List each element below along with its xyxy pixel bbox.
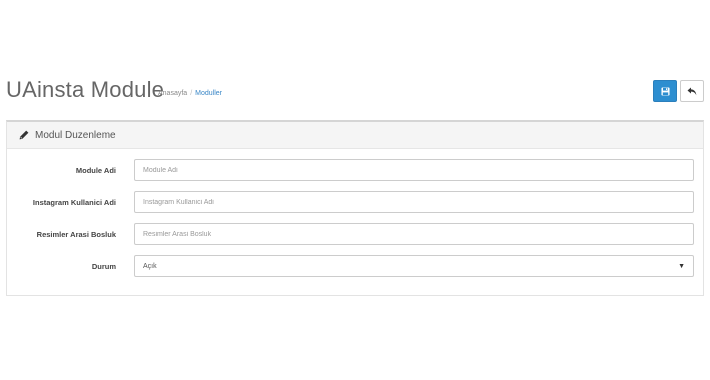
instagram-username-input[interactable] (134, 191, 694, 213)
form-row-image-spacing: Resimler Arasi Bosluk (7, 223, 705, 245)
breadcrumb-separator: / (190, 90, 193, 97)
panel-title: Modul Duzenleme (35, 129, 116, 141)
module-name-input[interactable] (134, 159, 694, 181)
back-button[interactable] (680, 80, 704, 102)
status-select[interactable]: Açık ▼ (134, 255, 694, 277)
form-row-status: Durum Açık ▼ (7, 255, 705, 277)
save-button[interactable] (653, 80, 677, 102)
module-edit-panel: Modul Duzenleme Module Adi Instagram Kul… (6, 120, 704, 296)
instagram-username-label: Instagram Kullanici Adi (32, 197, 116, 207)
form-row-module-name: Module Adi (7, 159, 705, 181)
breadcrumb-home[interactable]: Anasayfa (158, 90, 187, 97)
caret-down-icon: ▼ (678, 262, 685, 270)
reply-arrow-icon (687, 87, 697, 95)
panel-heading: Modul Duzenleme (7, 122, 703, 149)
breadcrumb-current[interactable]: Moduller (195, 90, 222, 97)
form-row-instagram-username: Instagram Kullanici Adi (7, 191, 705, 213)
module-name-label: Module Adi (75, 165, 116, 175)
page-title: UAinsta Module (6, 77, 165, 102)
image-spacing-label: Resimler Arasi Bosluk (36, 229, 116, 239)
status-label: Durum (91, 261, 116, 271)
status-selected-value: Açık (143, 262, 157, 270)
image-spacing-input[interactable] (134, 223, 694, 245)
floppy-disk-icon (660, 86, 670, 96)
breadcrumb: Anasayfa / Moduller (158, 89, 222, 99)
page-header: UAinsta Module Anasayfa / Moduller (6, 76, 704, 108)
pencil-icon (19, 130, 29, 140)
